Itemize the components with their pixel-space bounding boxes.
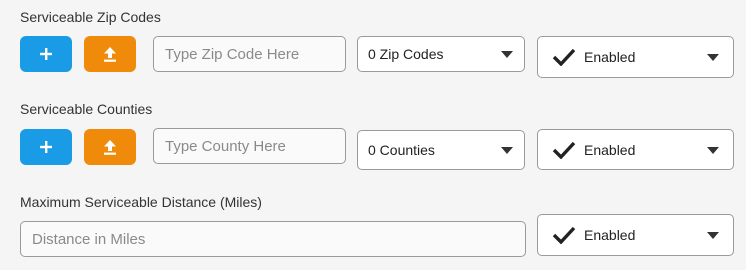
counties-status-select[interactable]: Enabled — [537, 129, 734, 170]
plus-icon — [40, 141, 52, 153]
counties-count-select[interactable]: 0 Counties — [357, 130, 525, 170]
chevron-down-icon — [707, 146, 719, 154]
zip-code-input[interactable]: Type Zip Code Here — [153, 36, 346, 72]
plus-icon — [40, 48, 52, 60]
zip-codes-status-value: Enabled — [584, 49, 636, 65]
chevron-down-icon — [707, 54, 719, 61]
distance-label: Maximum Serviceable Distance (Miles) — [20, 194, 262, 210]
checkmark-icon — [552, 141, 576, 159]
upload-icon — [104, 139, 116, 155]
upload-counties-button[interactable] — [84, 129, 136, 165]
add-zip-code-button[interactable] — [20, 36, 72, 72]
county-input[interactable]: Type County Here — [153, 128, 346, 164]
chevron-down-icon — [501, 147, 513, 154]
upload-zip-codes-button[interactable] — [84, 36, 136, 72]
zip-codes-status-select[interactable]: Enabled — [537, 36, 734, 78]
zip-codes-count-value: 0 Zip Codes — [368, 46, 444, 62]
distance-status-value: Enabled — [584, 227, 636, 243]
chevron-down-icon — [707, 232, 719, 239]
distance-status-select[interactable]: Enabled — [537, 214, 734, 256]
chevron-down-icon — [501, 51, 513, 58]
distance-input[interactable]: Distance in Miles — [20, 221, 526, 257]
checkmark-icon — [552, 48, 576, 66]
zip-codes-count-select[interactable]: 0 Zip Codes — [357, 36, 525, 72]
add-county-button[interactable] — [20, 129, 72, 165]
checkmark-icon — [552, 226, 576, 244]
upload-icon — [104, 46, 116, 62]
counties-count-value: 0 Counties — [368, 142, 435, 158]
zip-codes-label: Serviceable Zip Codes — [20, 9, 161, 25]
counties-status-value: Enabled — [584, 141, 636, 158]
counties-label: Serviceable Counties — [20, 101, 153, 117]
